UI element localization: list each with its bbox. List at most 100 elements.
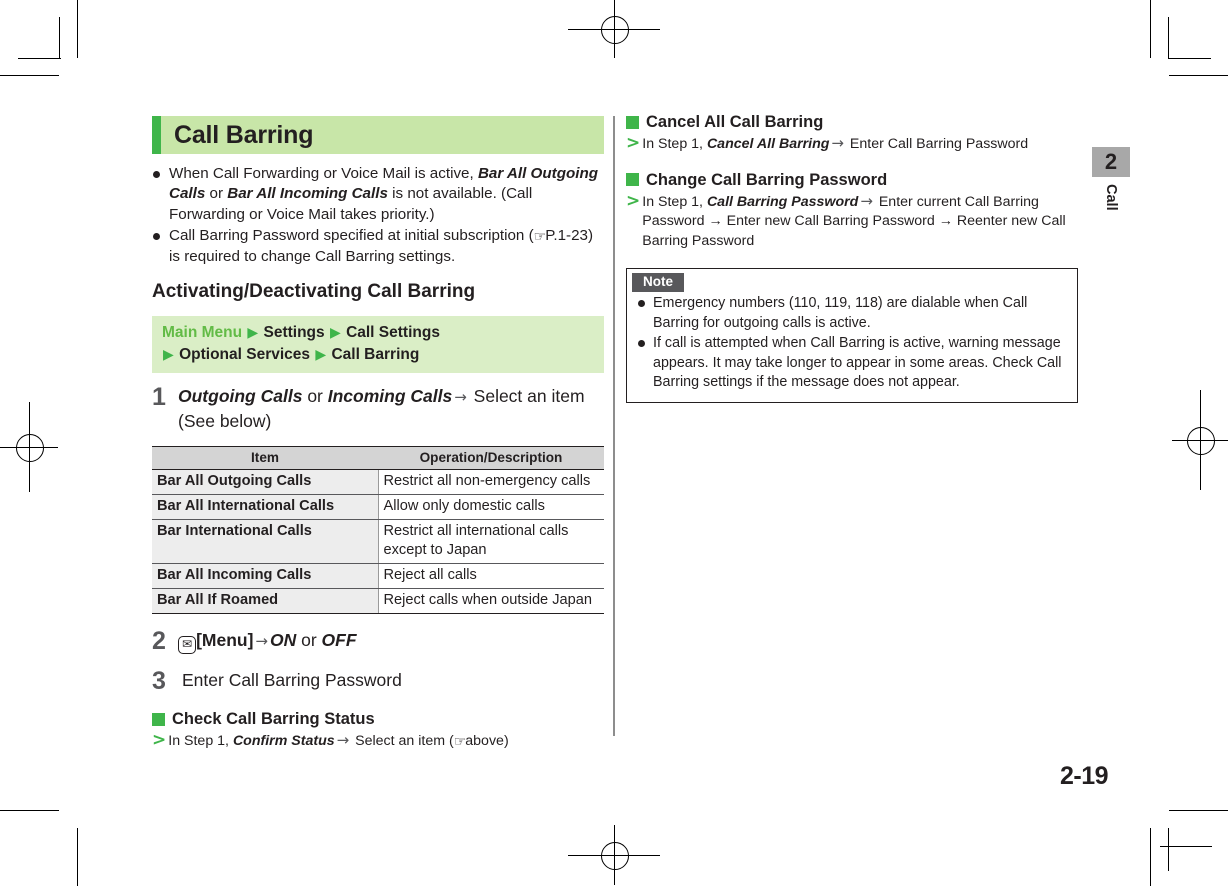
step-1-bold-1: Outgoing Calls bbox=[178, 386, 303, 407]
intro-bullet-list: When Call Forwarding or Voice Mail is ac… bbox=[152, 164, 604, 267]
step-2-number: 2 bbox=[152, 627, 166, 656]
menu-path-root: Main Menu bbox=[162, 324, 243, 342]
subsection-line-text: In Step 1, Call Barring Password → Enter … bbox=[642, 192, 1078, 252]
table-header-item: Item bbox=[152, 446, 378, 471]
subsection-line-check-status: > In Step 1, Confirm Status → Select an i… bbox=[152, 731, 604, 752]
options-table: Item Operation/Description Bar All Outgo… bbox=[152, 446, 604, 615]
right-column: Cancel All Call Barring > In Step 1, Can… bbox=[626, 112, 1078, 403]
step-1: 1 Outgoing Calls or Incoming Calls → Sele… bbox=[152, 384, 604, 433]
green-square-icon bbox=[626, 173, 639, 186]
bullet-1-bold-2: Bar All Incoming Calls bbox=[227, 185, 388, 203]
change-prefix: In Step 1, bbox=[642, 193, 707, 210]
step-1-bold-2: Incoming Calls bbox=[327, 386, 453, 407]
table-cell-item: Bar International Calls bbox=[152, 519, 379, 565]
table-cell-description: Restrict all non-emergency calls bbox=[378, 469, 604, 496]
greater-than-marker-icon: > bbox=[626, 190, 641, 211]
arrow-icon-step2: → bbox=[255, 632, 268, 651]
greater-than-marker-icon: > bbox=[152, 730, 167, 751]
note-item: If call is attempted when Call Barring i… bbox=[637, 334, 1068, 393]
reference-pointing-hand-icon: ☞ bbox=[533, 229, 547, 246]
page-title: Call Barring bbox=[174, 120, 314, 149]
step-1-number: 1 bbox=[152, 383, 166, 412]
subsection-heading-cancel-all: Cancel All Call Barring bbox=[626, 112, 1078, 132]
table-cell-description: Restrict all international calls except … bbox=[378, 519, 604, 565]
note-tag: Note bbox=[632, 273, 684, 292]
menu-path-item-0: Settings bbox=[263, 324, 325, 342]
chapter-tab: 2 Call bbox=[1092, 147, 1130, 218]
menu-path-item-3: Call Barring bbox=[331, 346, 420, 364]
section-heading-text: Activating/Deactivating Call Barring bbox=[152, 281, 476, 303]
table-cell-item: Bar All If Roamed bbox=[152, 588, 379, 615]
arrow-icon-step1: → bbox=[454, 388, 467, 407]
title-accent-bar bbox=[152, 116, 161, 154]
step-2-key-label: [Menu] bbox=[196, 630, 254, 651]
step-1-mid: or bbox=[302, 386, 328, 407]
subsection-ref-text: above bbox=[465, 733, 504, 750]
table-header-description: Operation/Description bbox=[378, 446, 604, 471]
table-cell-description: Reject all calls bbox=[378, 563, 604, 590]
intro-bullet-2: Call Barring Password specified at initi… bbox=[152, 226, 604, 267]
bullet-1-prefix: When Call Forwarding or Voice Mail is ac… bbox=[169, 165, 478, 182]
table-cell-item: Bar All International Calls bbox=[152, 494, 379, 521]
subsection-line-change-password: > In Step 1, Call Barring Password → Ente… bbox=[626, 190, 1078, 252]
table-row: Bar All Outgoing Calls Restrict all non-… bbox=[152, 469, 604, 496]
note-item: Emergency numbers (110, 119, 118) are di… bbox=[637, 294, 1068, 333]
table-row: Bar All International Calls Allow only d… bbox=[152, 494, 604, 521]
subsection-heading-text: Cancel All Call Barring bbox=[646, 113, 824, 131]
step-3: 3 Enter Call Barring Password bbox=[152, 668, 604, 694]
step-2-bold-1: ON bbox=[270, 630, 297, 651]
step-3-body: Enter Call Barring Password bbox=[182, 670, 402, 691]
chapter-tab-number: 2 bbox=[1092, 147, 1130, 177]
note-list: Emergency numbers (110, 119, 118) are di… bbox=[627, 294, 1077, 393]
subsection-end: ) bbox=[503, 733, 509, 750]
table-header-row: Item Operation/Description bbox=[152, 446, 604, 471]
greater-than-marker-icon: > bbox=[626, 133, 641, 153]
chevron-right-icon-4: ▶ bbox=[315, 346, 327, 363]
intro-bullet-1: When Call Forwarding or Voice Mail is ac… bbox=[152, 164, 604, 225]
arrow-icon-change: → bbox=[860, 191, 873, 210]
table-row: Bar All If Roamed Reject calls when outs… bbox=[152, 588, 604, 615]
step-2-mid: or bbox=[296, 630, 322, 651]
table-row: Bar International Calls Restrict all int… bbox=[152, 519, 604, 565]
arrow-icon-cancel: → bbox=[831, 134, 844, 152]
table-cell-description: Allow only domestic calls bbox=[378, 494, 604, 521]
menu-path: Main Menu ▶ Settings ▶ Call Settings ▶ O… bbox=[152, 316, 604, 374]
bullet-2-ref-text: P.1-23 bbox=[545, 227, 589, 245]
subsection-suffix: Select an item ( bbox=[351, 733, 454, 750]
green-square-icon bbox=[626, 115, 639, 129]
table-cell-item: Bar All Outgoing Calls bbox=[152, 469, 379, 496]
change-bold: Call Barring Password bbox=[706, 193, 859, 210]
subsection-line-text: In Step 1, Cancel All Barring → Enter Cal… bbox=[642, 134, 1078, 155]
subsection-line-text: In Step 1, Confirm Status → Select an ite… bbox=[168, 731, 604, 752]
cancel-suffix: Enter Call Barring Password bbox=[845, 136, 1029, 152]
green-square-icon bbox=[152, 712, 165, 726]
left-column: Call Barring When Call Forwarding or Voi… bbox=[152, 116, 604, 752]
subsection-heading-text: Change Call Barring Password bbox=[646, 170, 888, 189]
page-number: 2-19 bbox=[1060, 762, 1109, 790]
arrow-icon-substep: → bbox=[336, 731, 350, 750]
chapter-tab-label: Call bbox=[1103, 184, 1119, 211]
step-2: 2 ✉ [Menu] → ON or OFF bbox=[152, 627, 604, 656]
chevron-right-icon-3: ▶ bbox=[163, 346, 174, 363]
reference-pointing-hand-icon: ☞ bbox=[453, 734, 467, 751]
bullet-1-mid: or bbox=[205, 185, 228, 203]
subsection-heading-text: Check Call Barring Status bbox=[172, 710, 375, 729]
manual-page: Call Barring When Call Forwarding or Voi… bbox=[0, 0, 1228, 886]
subsection-heading-change-password: Change Call Barring Password bbox=[626, 170, 1078, 190]
subsection-prefix: In Step 1, bbox=[168, 733, 233, 750]
step-3-number: 3 bbox=[152, 667, 166, 696]
table-row: Bar All Incoming Calls Reject all calls bbox=[152, 563, 604, 590]
note-box: Note Emergency numbers (110, 119, 118) a… bbox=[626, 268, 1078, 403]
envelope-key-icon: ✉ bbox=[178, 636, 197, 655]
column-divider bbox=[613, 116, 615, 736]
chevron-right-icon-2: ▶ bbox=[329, 324, 341, 341]
menu-path-item-1: Call Settings bbox=[346, 324, 440, 342]
bullet-2-prefix: Call Barring Password specified at initi… bbox=[169, 227, 534, 245]
subsection-heading-check-status: Check Call Barring Status bbox=[152, 709, 604, 729]
step-2-bold-2: OFF bbox=[321, 630, 357, 651]
step-1-body: Outgoing Calls or Incoming Calls → Select… bbox=[176, 384, 604, 433]
menu-path-item-2: Optional Services bbox=[179, 346, 311, 364]
subsection-line-cancel-all: > In Step 1, Cancel All Barring → Enter C… bbox=[626, 134, 1078, 155]
table-cell-item: Bar All Incoming Calls bbox=[152, 563, 379, 590]
cancel-prefix: In Step 1, bbox=[642, 136, 707, 152]
